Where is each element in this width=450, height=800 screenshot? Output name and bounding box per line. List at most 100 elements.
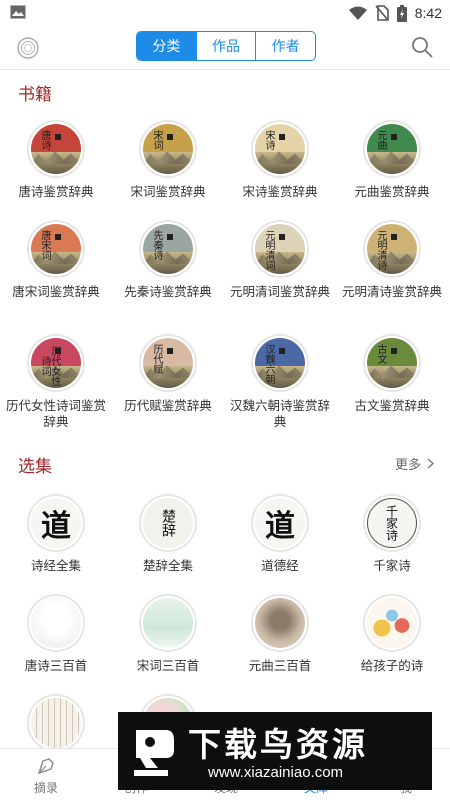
tab-excerpt[interactable]: 摘录 xyxy=(16,755,76,796)
image-notification-icon xyxy=(10,5,26,19)
book-title: 汉魏六朝诗鉴赏辞典 xyxy=(230,398,331,429)
book-title: 唐宋词鉴赏辞典 xyxy=(12,284,100,299)
collection-title: 唐诗三百首 xyxy=(24,658,88,673)
book-item[interactable]: 唐宋词唐宋词鉴赏辞典 xyxy=(0,220,112,300)
more-link[interactable]: 更多 xyxy=(395,454,434,473)
books-section-title: 书籍 xyxy=(18,85,52,105)
collection-cover: 千家诗 xyxy=(363,494,421,552)
book-item[interactable]: 先秦诗先秦诗鉴赏辞典 xyxy=(112,220,224,300)
watermark-title: 下载鸟资源 xyxy=(188,725,368,764)
book-cover-art: 古文 xyxy=(367,338,417,388)
book-item[interactable]: 元曲 元曲鉴赏辞典 xyxy=(336,120,448,200)
book-item[interactable]: 元明清诗 元明清诗鉴赏辞典 xyxy=(336,220,448,300)
collection-cover-art: 道 xyxy=(31,498,81,548)
collection-item[interactable]: 给孩子的诗 xyxy=(336,594,448,674)
book-title: 古文鉴赏辞典 xyxy=(354,398,430,413)
collections-section-title: 选集 xyxy=(18,457,52,477)
book-cover-art: 宋词 xyxy=(143,124,193,174)
book-title: 历代赋鉴赏辞典 xyxy=(124,398,212,413)
collection-cover: 道 xyxy=(251,494,309,552)
rings-icon[interactable] xyxy=(16,36,40,60)
collection-cover-glyph: 道 xyxy=(265,509,295,544)
book-item[interactable]: 汉魏六朝汉魏六朝诗鉴赏辞典 xyxy=(224,334,336,430)
collection-item[interactable]: 宋词三百首 xyxy=(112,594,224,674)
book-cover: 先秦诗 xyxy=(139,220,197,278)
watermark-banner: 下载鸟资源 www.xiazainiao.com xyxy=(118,712,432,790)
seal-stamp xyxy=(167,234,173,240)
book-item[interactable]: 宋词 宋词鉴赏辞典 xyxy=(112,120,224,200)
collection-cover-glyph: 道 xyxy=(41,509,71,544)
book-cover-art: 元曲 xyxy=(367,124,417,174)
top-nav-bar: 分类 作品 作者 xyxy=(0,26,450,70)
book-cover: 历代女性诗词 xyxy=(27,334,85,392)
seal-stamp xyxy=(279,348,285,354)
collection-title: 宋词三百首 xyxy=(136,658,200,673)
book-cover-art: 元明清词 xyxy=(255,224,305,274)
seal-stamp xyxy=(391,134,397,140)
collection-item[interactable]: 千家诗 千家诗 xyxy=(336,494,448,574)
collection-cover xyxy=(251,594,309,652)
seal-stamp xyxy=(391,234,397,240)
seal-stamp xyxy=(167,348,173,354)
collection-cover-art xyxy=(367,598,417,648)
book-cover-text: 古文 xyxy=(375,344,386,364)
book-cover-art: 历代女性诗词 xyxy=(31,338,81,388)
status-time: 8:42 xyxy=(414,5,442,21)
book-cover-art: 历代赋 xyxy=(143,338,193,388)
collection-title: 楚辞全集 xyxy=(142,558,193,573)
collection-item[interactable]: 道诗经全集 xyxy=(0,494,112,574)
collection-cover xyxy=(139,594,197,652)
pen-icon xyxy=(37,758,54,775)
book-item[interactable]: 元明清词 元明清词鉴赏辞典 xyxy=(224,220,336,300)
collection-item[interactable]: 楚辞 楚辞全集 xyxy=(112,494,224,574)
collection-title: 诗经全集 xyxy=(30,558,81,573)
book-item[interactable]: 唐诗 唐诗鉴赏辞典 xyxy=(0,120,112,200)
search-icon[interactable] xyxy=(410,35,434,59)
seal-stamp xyxy=(279,234,285,240)
book-title: 先秦诗鉴赏辞典 xyxy=(124,284,212,299)
book-title: 元明清诗鉴赏辞典 xyxy=(342,284,443,299)
collection-cover xyxy=(27,594,85,652)
collection-cover: 楚辞 xyxy=(139,494,197,552)
collection-item[interactable]: 道道德经 xyxy=(224,494,336,574)
book-cover-text: 唐宋词 xyxy=(39,230,50,260)
collection-cover-glyph: 楚辞 xyxy=(160,509,176,537)
wifi-icon xyxy=(348,6,367,20)
book-cover-art: 宋诗 xyxy=(255,124,305,174)
book-cover: 宋诗 xyxy=(251,120,309,178)
book-item[interactable]: 古文古文鉴赏辞典 xyxy=(336,334,448,414)
book-item[interactable]: 宋诗 宋诗鉴赏辞典 xyxy=(224,120,336,200)
collection-cover xyxy=(27,694,85,752)
no-sim-icon xyxy=(375,5,389,21)
book-cover: 古文 xyxy=(363,334,421,392)
collection-item-partial[interactable] xyxy=(0,694,112,752)
book-cover: 历代赋 xyxy=(139,334,197,392)
collection-cover-art xyxy=(143,598,193,648)
collection-item[interactable]: 唐诗三百首 xyxy=(0,594,112,674)
segment-category[interactable]: 分类 xyxy=(137,32,196,60)
book-cover-text: 先秦诗 xyxy=(151,230,162,260)
collection-title: 元曲三百首 xyxy=(248,658,312,673)
book-title: 宋词鉴赏辞典 xyxy=(130,184,206,199)
book-cover-text: 唐诗 xyxy=(39,130,50,150)
book-cover: 唐诗 xyxy=(27,120,85,178)
book-item[interactable]: 历代赋历代赋鉴赏辞典 xyxy=(112,334,224,414)
segment-works[interactable]: 作品 xyxy=(195,32,256,60)
chevron-right-icon xyxy=(427,458,434,469)
book-cover-text: 汉魏六朝 xyxy=(263,344,274,384)
collection-cover: 道 xyxy=(27,494,85,552)
collection-cover-art: 楚辞 xyxy=(143,498,193,548)
collection-title: 道德经 xyxy=(261,558,299,573)
seal-stamp xyxy=(55,348,61,354)
book-cover-text: 宋诗 xyxy=(263,130,274,150)
collection-cover-glyph: 千家诗 xyxy=(384,505,399,541)
book-cover: 唐宋词 xyxy=(27,220,85,278)
book-cover: 汉魏六朝 xyxy=(251,334,309,392)
book-cover-art: 汉魏六朝 xyxy=(255,338,305,388)
watermark-url: www.xiazainiao.com xyxy=(208,764,344,781)
collection-item[interactable]: 元曲三百首 xyxy=(224,594,336,674)
battery-icon xyxy=(396,4,407,22)
seal-stamp xyxy=(391,348,397,354)
book-item[interactable]: 历代女性诗词 历代女性诗词鉴赏辞典 xyxy=(0,334,112,430)
segment-authors[interactable]: 作者 xyxy=(255,32,315,60)
